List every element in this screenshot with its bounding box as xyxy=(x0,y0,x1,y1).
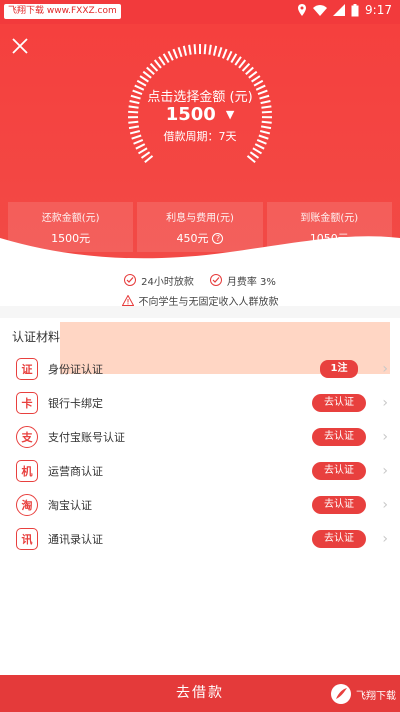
loan-notes: 24小时放款 月费率 3% 不向学生与无固定收入人群放款 xyxy=(0,270,400,310)
gauge-tick xyxy=(182,45,188,56)
feather-logo-icon xyxy=(331,684,351,704)
verify-button[interactable]: 去认证 xyxy=(312,428,366,446)
status-icons: 9:17 xyxy=(297,3,392,17)
gauge-tick xyxy=(234,56,242,66)
gauge-tick xyxy=(217,46,223,58)
gauge-tick xyxy=(158,56,166,66)
watermark-tag: 飞翔下载 www.FXXZ.com xyxy=(4,4,121,19)
gauge-tick xyxy=(149,62,159,72)
summary-label: 利息与费用(元) xyxy=(166,213,234,224)
verify-button[interactable]: 去认证 xyxy=(312,496,366,514)
item-label: 运营商认证 xyxy=(48,465,103,478)
watermark-corner: 飞翔下载 xyxy=(276,680,396,708)
contacts-icon: 讯 xyxy=(16,528,38,550)
watermark-accent: 1注 xyxy=(320,360,358,378)
item-label: 银行卡绑定 xyxy=(48,397,103,410)
gauge-tick xyxy=(136,79,147,87)
section-title: 认证材料 xyxy=(12,330,61,344)
gauge-tick xyxy=(212,45,218,56)
gauge-tick xyxy=(230,53,238,63)
clock: 9:17 xyxy=(365,3,392,17)
gauge-tick xyxy=(142,70,152,79)
gauge-tick xyxy=(146,66,155,75)
verify-button[interactable]: 去认证 xyxy=(312,394,366,412)
gauge-tick xyxy=(139,75,149,83)
summary-label: 到账金额(元) xyxy=(300,213,359,224)
wifi-icon xyxy=(313,4,328,16)
gauge-tick xyxy=(249,151,260,159)
gauge-tick xyxy=(167,50,174,61)
list-item-taobao[interactable]: 淘 淘宝认证 去认证 › xyxy=(0,488,400,522)
item-label: 支付宝账号认证 xyxy=(48,431,125,444)
chevron-right-icon: › xyxy=(382,497,388,513)
list-item-alipay[interactable]: 支 支付宝账号认证 去认证 › xyxy=(0,420,400,454)
chevron-right-icon: › xyxy=(382,395,388,411)
gauge-tick xyxy=(238,59,247,69)
check-circle-icon xyxy=(124,274,137,286)
gauge-tick xyxy=(140,151,151,159)
check-circle-icon xyxy=(209,274,222,286)
gauge-tick xyxy=(208,44,212,55)
gauge-tick xyxy=(226,50,233,61)
chevron-right-icon: › xyxy=(382,361,388,377)
gauge-tick xyxy=(248,70,258,79)
alipay-icon: 支 xyxy=(16,426,38,448)
gauge-tick xyxy=(221,48,228,59)
section-divider xyxy=(0,306,400,318)
gauge-tick xyxy=(193,44,197,55)
chevron-right-icon: › xyxy=(382,531,388,547)
gauge-tick xyxy=(177,46,183,58)
gauge-tick xyxy=(251,75,261,83)
gauge-tick xyxy=(137,147,148,155)
gauge-tick xyxy=(203,44,207,55)
id-card-icon: 证 xyxy=(16,358,38,380)
amount-value: 1500 xyxy=(165,104,216,125)
gauge-hint: 点击选择金额 (元) xyxy=(147,90,253,105)
caret-down-icon: ▼ xyxy=(225,108,235,121)
gauge-tick xyxy=(172,48,179,59)
gauge-tick xyxy=(245,66,254,75)
gauge-tick xyxy=(153,59,162,69)
list-item-contacts[interactable]: 讯 通讯录认证 去认证 › xyxy=(0,522,400,556)
verify-button[interactable]: 去认证 xyxy=(312,530,366,548)
gauge-tick xyxy=(246,155,256,164)
item-label: 身份证认证 xyxy=(48,363,103,376)
hero-wave xyxy=(0,236,400,268)
gauge-tick xyxy=(135,143,146,150)
gauge-tick xyxy=(252,147,263,155)
loan-period: 借款周期：7天 xyxy=(163,130,237,143)
gauge-tick xyxy=(254,143,265,150)
battery-icon xyxy=(351,3,359,16)
verification-list: 证 身份证认证 › 卡 银行卡绑定 去认证 › 支 支付宝账号认证 去认证 › … xyxy=(0,352,400,556)
amount-selector[interactable]: 1500 ▼ xyxy=(120,104,280,125)
taobao-icon: 淘 xyxy=(16,494,38,516)
list-item-carrier[interactable]: 机 运营商认证 去认证 › xyxy=(0,454,400,488)
summary-label: 还款金额(元) xyxy=(41,213,100,224)
note-rate: 月费率 3% xyxy=(209,273,276,288)
close-icon[interactable] xyxy=(10,36,30,56)
gauge-tick xyxy=(188,44,192,55)
gauge-tick xyxy=(253,79,264,87)
chevron-right-icon: › xyxy=(382,463,388,479)
phone-icon: 机 xyxy=(16,460,38,482)
list-item-bank-card[interactable]: 卡 银行卡绑定 去认证 › xyxy=(0,386,400,420)
signal-icon xyxy=(333,4,346,16)
bank-card-icon: 卡 xyxy=(16,392,38,414)
verify-button[interactable]: 去认证 xyxy=(312,462,366,480)
gauge-tick xyxy=(144,155,154,164)
status-bar: 飞翔下载 www.FXXZ.com 9:17 xyxy=(0,0,400,24)
chevron-right-icon: › xyxy=(382,429,388,445)
item-label: 通讯录认证 xyxy=(48,533,103,546)
item-label: 淘宝认证 xyxy=(48,499,92,512)
location-icon xyxy=(298,4,307,16)
gauge-tick xyxy=(241,62,251,72)
note-24h: 24小时放款 xyxy=(124,273,194,288)
gauge-tick xyxy=(162,53,170,63)
warning-icon xyxy=(121,294,134,306)
